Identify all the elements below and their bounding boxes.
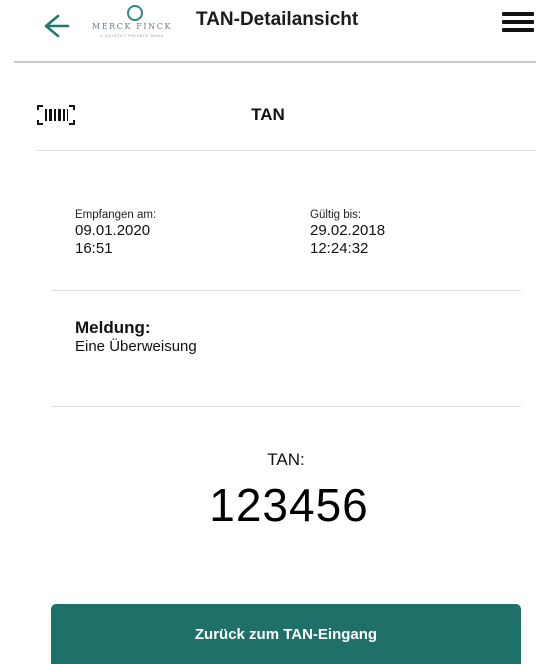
merck-finck-logo: MERCK FINCK A QUINTET PRIVATE BANK	[80, 2, 184, 52]
valid-until-time: 12:24:32	[310, 240, 369, 257]
valid-until-label: Gültig bis:	[310, 209, 362, 221]
received-time: 16:51	[75, 240, 113, 257]
valid-until-field: Gültig bis: 29.02.2018 12:24:32	[310, 208, 385, 258]
message-divider	[51, 406, 521, 407]
tan-label: TAN:	[267, 450, 305, 469]
valid-until-date: 29.02.2018	[310, 222, 386, 239]
logo-subtitle: A QUINTET PRIVATE BANK	[100, 33, 164, 38]
received-field: Empfangen am: 09.01.2020 16:51	[75, 208, 156, 258]
back-to-tan-input-button[interactable]: Zurück zum TAN-Eingang	[51, 604, 521, 664]
header-divider	[14, 61, 536, 63]
message-text: Eine Überweisung	[75, 338, 197, 355]
logo-name: MERCK FINCK	[91, 22, 173, 31]
received-label: Empfangen am:	[75, 209, 157, 221]
arrow-left-icon[interactable]	[36, 6, 76, 44]
message-label: Meldung:	[75, 318, 151, 337]
menu-bar	[502, 12, 534, 16]
page-title: TAN-Detailansicht	[196, 9, 359, 30]
received-date: 09.01.2020	[75, 222, 151, 239]
app-header: MERCK FINCK A QUINTET PRIVATE BANK TAN-D…	[0, 0, 536, 63]
details-divider	[51, 290, 521, 291]
menu-bar	[502, 28, 534, 32]
section-title: TAN	[251, 105, 285, 124]
hamburger-menu-icon[interactable]	[502, 12, 534, 38]
section-divider	[36, 150, 536, 151]
menu-bar	[502, 20, 534, 24]
logo-mark-icon	[127, 5, 143, 21]
tan-value: 123456	[209, 479, 369, 531]
message-block: Meldung: Eine Überweisung	[75, 318, 197, 356]
tan-section-header: TAN	[0, 88, 536, 144]
